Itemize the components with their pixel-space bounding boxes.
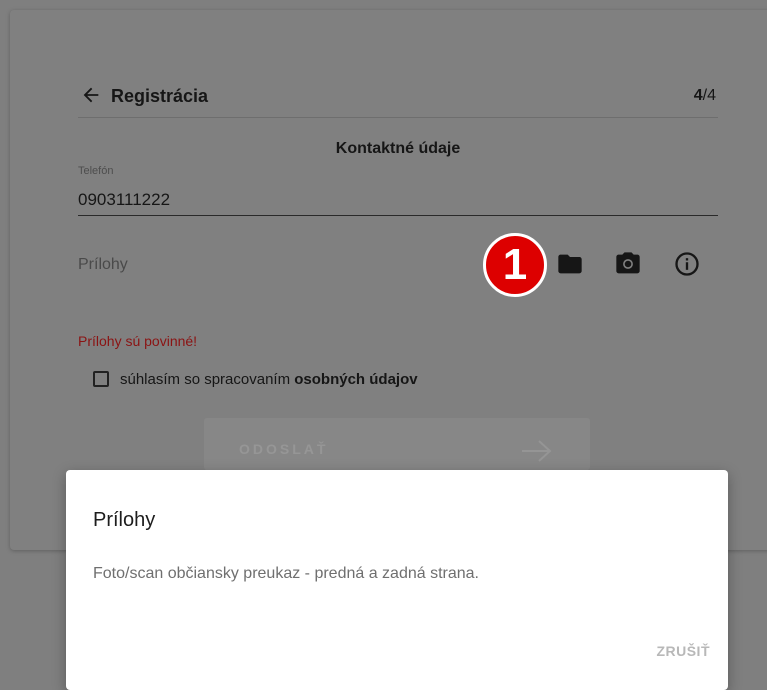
page-title: Registrácia <box>111 86 209 106</box>
info-icon[interactable] <box>673 250 701 278</box>
phone-field[interactable]: 0903111222 <box>78 185 718 216</box>
dialog-title: Prílohy <box>93 509 156 531</box>
phone-value: 0903111222 <box>78 190 171 209</box>
section-title: Kontaktné údaje <box>335 140 461 157</box>
cancel-button[interactable]: ZRUŠIŤ <box>656 643 710 659</box>
consent-link[interactable]: osobných údajov <box>294 371 417 388</box>
attachments-error: Prílohy sú povinné! <box>78 333 198 349</box>
dialog-text: Foto/scan občiansky preukaz - predná a z… <box>93 565 479 582</box>
step-total: /4 <box>702 87 716 104</box>
submit-label: ODOSLAŤ <box>239 441 329 457</box>
phone-field-label: Telefón <box>78 165 114 177</box>
step-number-badge: 1 <box>483 233 547 297</box>
registration-header: Registrácia 4/4 <box>78 83 718 118</box>
folder-icon[interactable] <box>556 250 584 278</box>
consent-label: súhlasím so spracovaním osobných údajov <box>120 371 418 388</box>
step-indicator: 4/4 <box>694 87 716 105</box>
attachments-dialog: Prílohy Foto/scan občiansky preukaz - pr… <box>66 470 728 690</box>
submit-button[interactable]: ODOSLAŤ <box>204 418 590 470</box>
consent-text: súhlasím so spracovaním <box>120 371 295 388</box>
attachments-label: Prílohy <box>78 256 128 273</box>
camera-icon[interactable] <box>614 250 642 278</box>
consent-checkbox[interactable] <box>93 371 109 387</box>
step-current: 4 <box>693 87 703 104</box>
arrow-right-icon <box>522 440 552 462</box>
arrow-left-icon[interactable] <box>80 84 102 106</box>
